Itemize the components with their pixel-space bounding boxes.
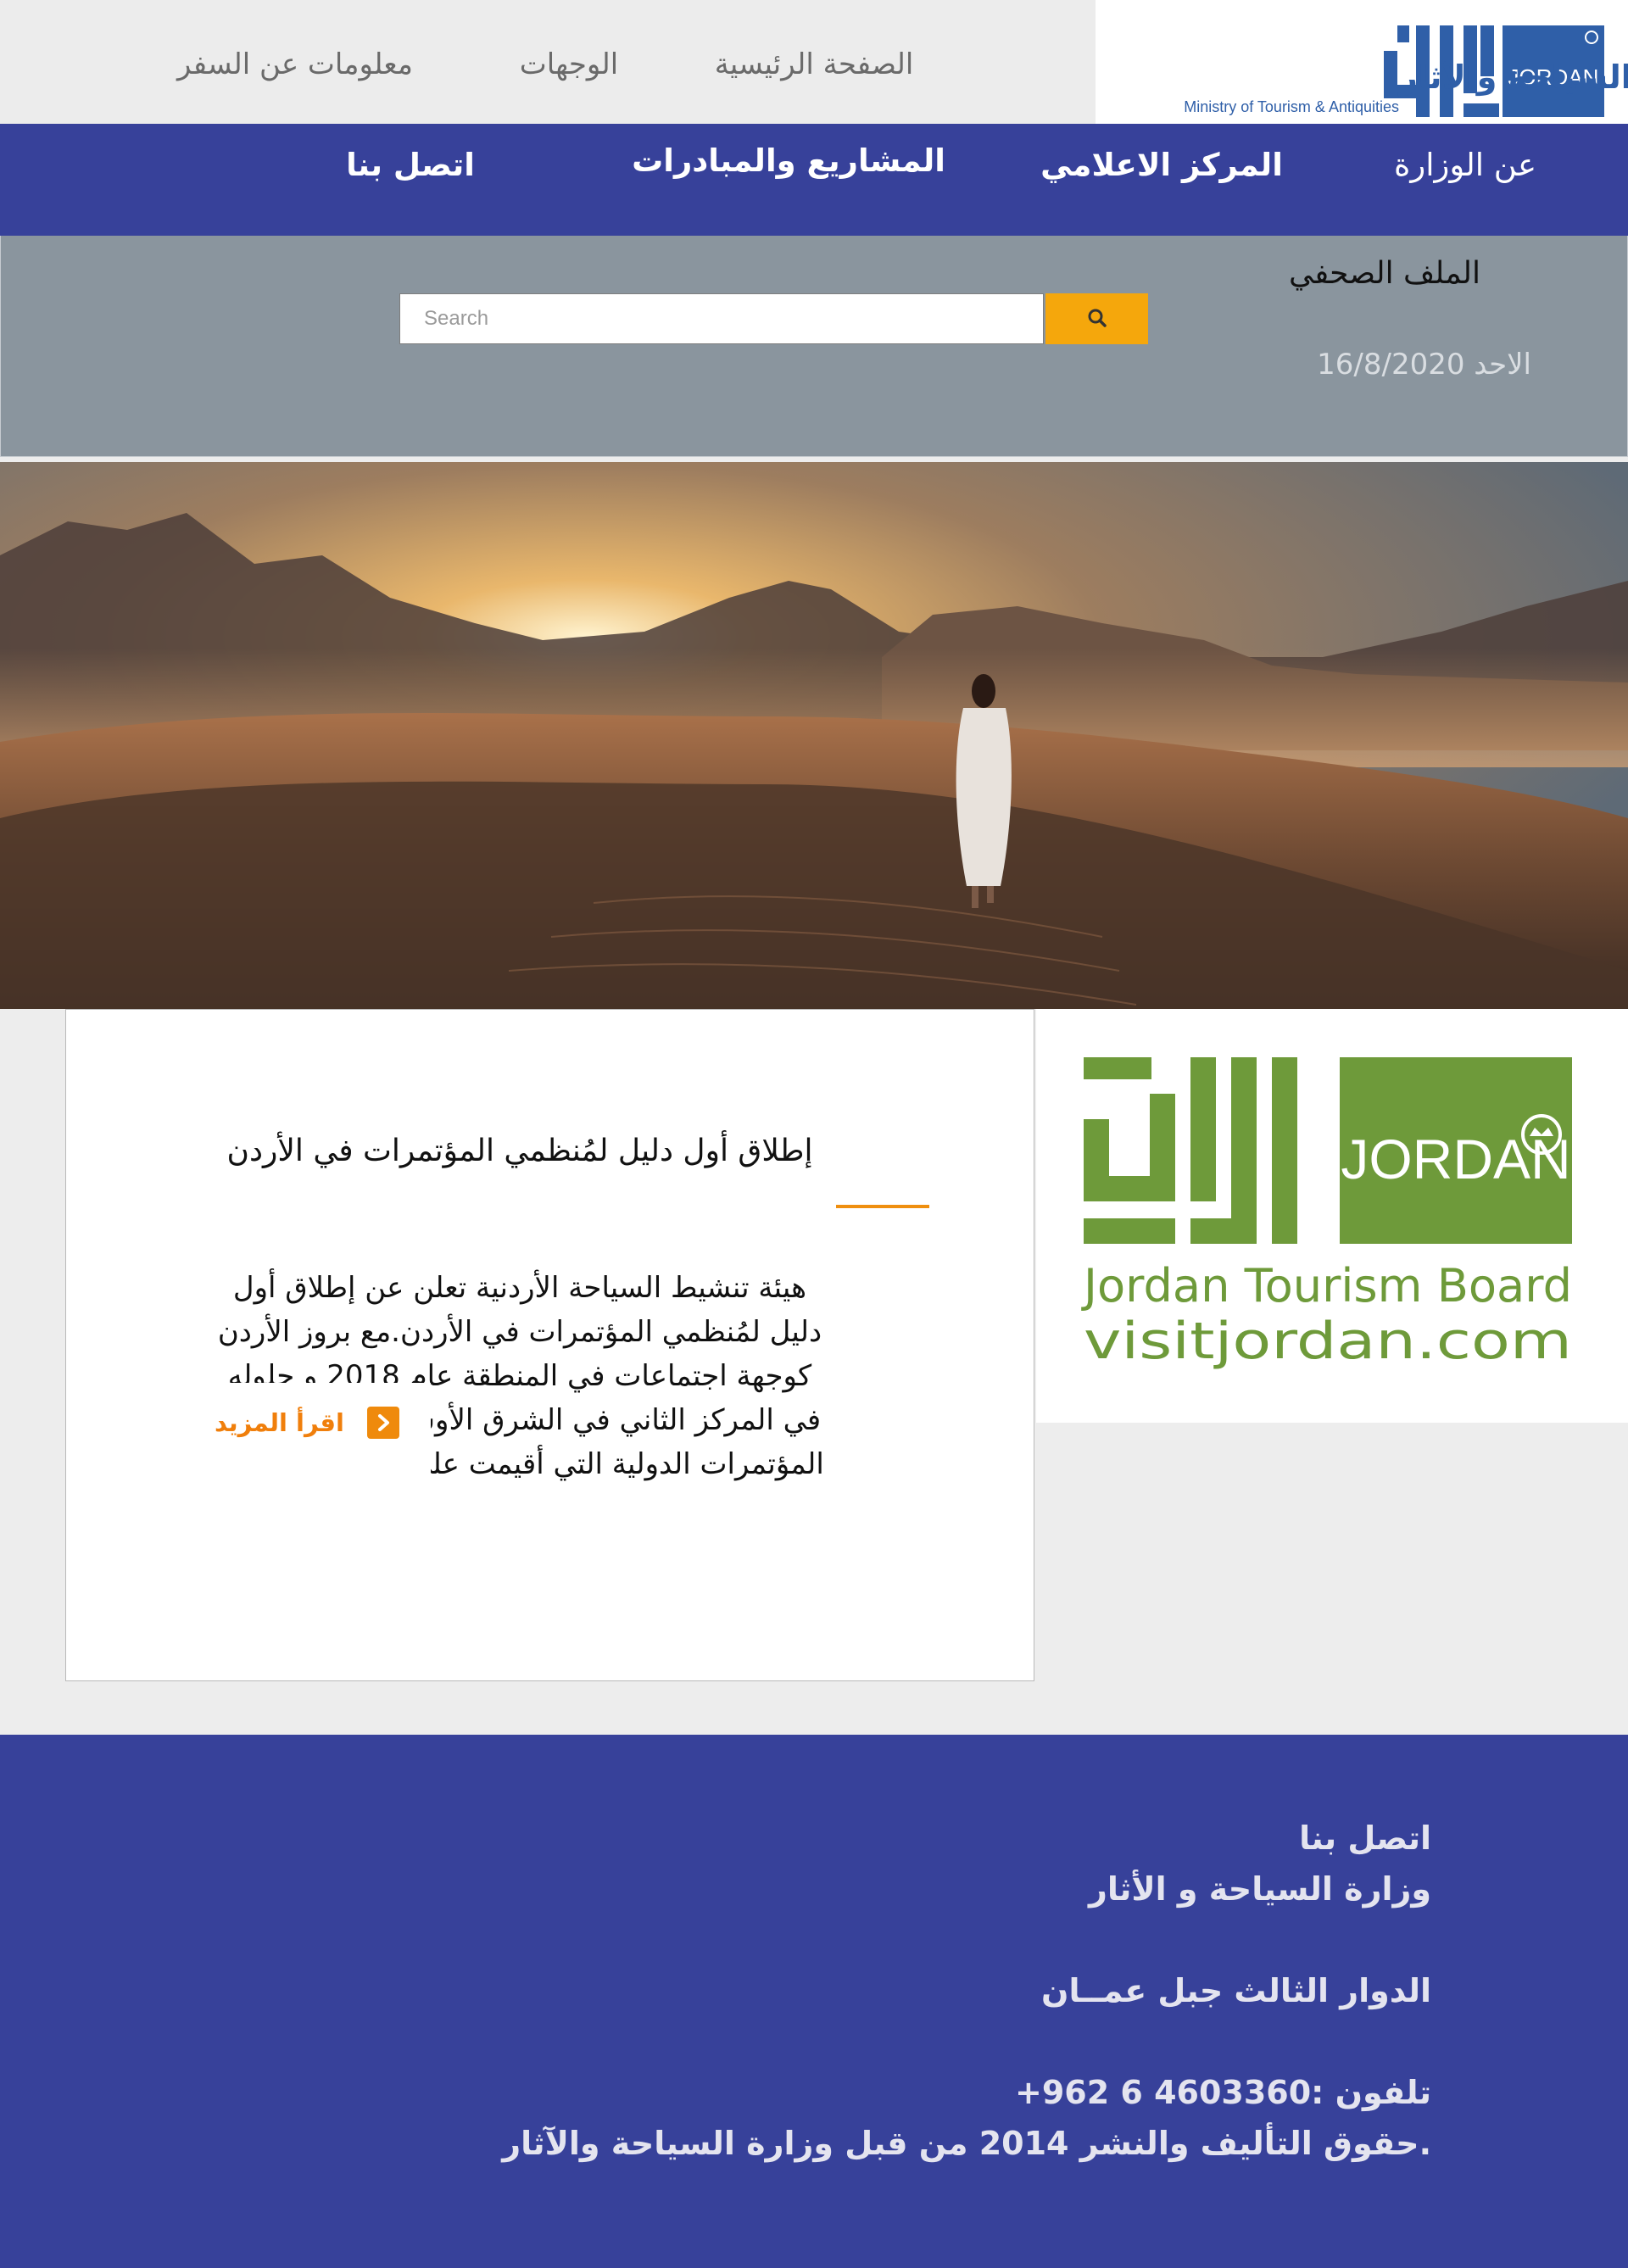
- jordan-tourism-board-logo-icon: JORDAN Jordan Tourism Board visitjordan.…: [1081, 1057, 1572, 1371]
- search-button[interactable]: [1045, 293, 1148, 344]
- nav-item-media-center[interactable]: المركز الاعلامي: [1040, 147, 1283, 183]
- footer-copyright: .حقوق التأليف والنشر 2014 من قبل وزارة ا…: [502, 2125, 1431, 2162]
- search-band: الملف الصحفي الاحد 16/8/2020: [0, 236, 1628, 457]
- read-more-link[interactable]: اقرأ المزيد: [215, 1407, 400, 1447]
- logo-arabic-text: وزارة السياحة والآثار: [1397, 59, 1628, 97]
- section-title: الملف الصحفي: [1288, 256, 1480, 291]
- news-card: إطلاق أول دليل لمُنظمي المؤتمرات في الأر…: [65, 1009, 1034, 1681]
- news-title[interactable]: إطلاق أول دليل لمُنظمي المؤتمرات في الأر…: [66, 1134, 973, 1168]
- ministry-logo[interactable]: JORDAN وزارة السياحة والآثار Ministry of…: [1096, 0, 1628, 124]
- date-text: الاحد 16/8/2020: [1317, 348, 1531, 382]
- nav-item-contact[interactable]: اتصل بنا: [346, 147, 475, 183]
- main-navigation: عن الوزارة المركز الاعلامي المشاريع والم…: [0, 124, 1628, 236]
- hero-image: [0, 462, 1628, 1009]
- jtb-logo-panel[interactable]: JORDAN Jordan Tourism Board visitjordan.…: [1036, 1009, 1628, 1423]
- nav-item-about[interactable]: عن الوزارة: [1394, 147, 1536, 183]
- footer-address: الدوار الثالث جبل عمــان: [1041, 1972, 1431, 2009]
- ministry-logo-mark-icon: JORDAN وزارة السياحة والآثار Ministry of…: [1184, 25, 1628, 117]
- search-input[interactable]: [399, 293, 1044, 344]
- desert-landscape-photo-icon: [0, 462, 1628, 1009]
- title-underline: [836, 1205, 929, 1208]
- jtb-line2: visitjordan.com: [1084, 1312, 1572, 1371]
- chevron-right-icon: [367, 1407, 400, 1439]
- footer-contact-title[interactable]: اتصل بنا: [1299, 1819, 1431, 1857]
- jtb-badge-text: JORDAN: [1341, 1128, 1570, 1190]
- nav-item-projects[interactable]: المشاريع والمبادرات: [632, 142, 945, 179]
- search-icon: [1088, 309, 1107, 327]
- footer-org-name: وزارة السياحة و الأثار: [1088, 1870, 1431, 1908]
- top-link-travel-info[interactable]: معلومات عن السفر: [177, 47, 413, 81]
- read-more-label: اقرأ المزيد: [215, 1408, 344, 1437]
- logo-english-text: Ministry of Tourism & Antiquities: [1184, 98, 1399, 115]
- footer-phone: تلفون :4603360 6 962+: [1014, 2074, 1431, 2111]
- top-link-destinations[interactable]: الوجهات: [520, 47, 618, 81]
- top-link-home[interactable]: الصفحة الرئيسية: [715, 47, 914, 81]
- footer: اتصل بنا وزارة السياحة و الأثار الدوار ا…: [0, 1735, 1628, 2268]
- jtb-line1: Jordan Tourism Board: [1081, 1259, 1572, 1312]
